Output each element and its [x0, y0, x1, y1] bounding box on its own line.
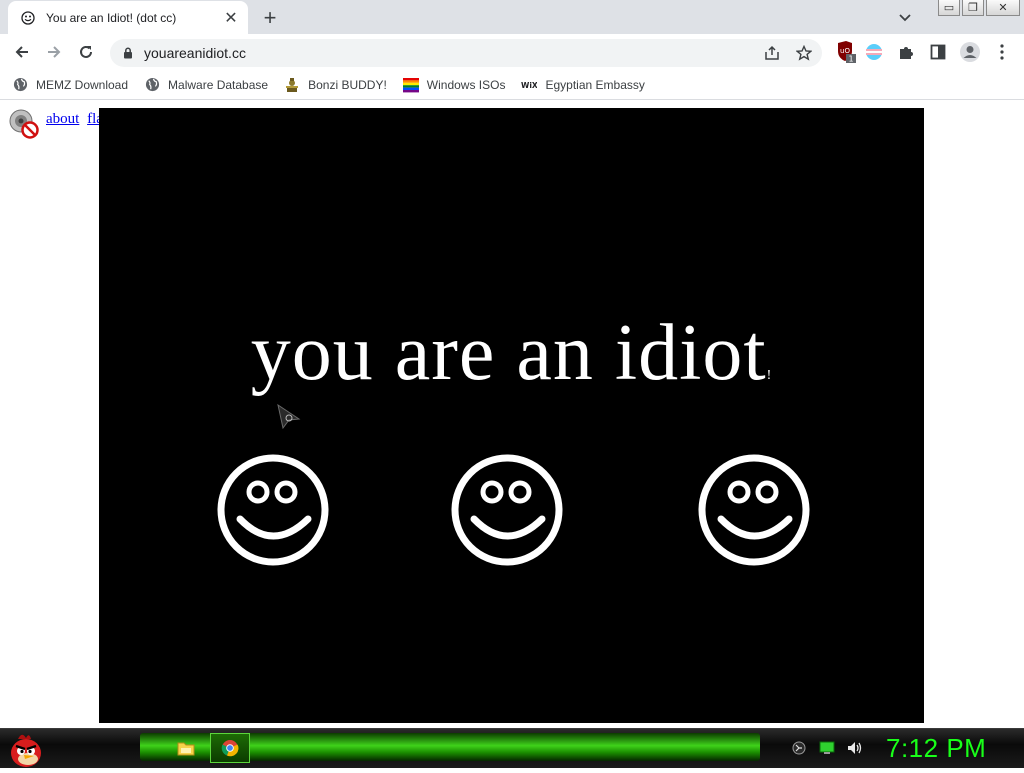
arrow-right-icon — [48, 46, 61, 58]
arrow-left-icon — [15, 46, 28, 58]
volume-icon[interactable] — [846, 739, 864, 757]
muted-speaker-icon[interactable] — [8, 108, 40, 140]
headline: you are an idiot! — [99, 308, 924, 399]
chrome-icon — [221, 740, 239, 757]
bonzi-icon — [284, 77, 300, 93]
bookmark-bonzi-buddy[interactable]: Bonzi BUDDY! — [284, 77, 387, 93]
headline-text: you are an idiot — [250, 309, 767, 397]
flash-content[interactable]: you are an idiot! — [99, 108, 924, 723]
lock-icon[interactable] — [120, 45, 136, 61]
tab-youareanidiot[interactable]: You are an Idiot! (dot cc) ✕ — [8, 1, 248, 34]
tab-search-icon[interactable] — [894, 8, 916, 28]
bookmark-label: Malware Database — [168, 77, 269, 92]
address-bar[interactable]: youareanidiot.cc — [110, 39, 822, 67]
globe-icon — [12, 77, 28, 93]
tab-strip: You are an Idiot! (dot cc) ✕ + ▭ ❐ ✕ — [0, 0, 1024, 34]
file-explorer-button[interactable] — [166, 733, 206, 763]
restore-button[interactable]: ❐ — [962, 0, 984, 16]
omnibox-actions — [762, 43, 814, 63]
network-icon[interactable] — [818, 739, 836, 757]
smiley-face-icon — [451, 454, 563, 566]
profile-avatar-icon[interactable] — [958, 40, 982, 64]
close-window-button[interactable]: ✕ — [986, 0, 1020, 16]
back-button[interactable] — [8, 38, 36, 66]
tab-title: You are an Idiot! (dot cc) — [46, 10, 177, 25]
minimize-button[interactable]: ▭ — [938, 0, 960, 16]
bookmark-label: Bonzi BUDDY! — [308, 77, 387, 92]
web-page: about flash you are an idiot! — [0, 101, 1024, 728]
share-icon[interactable] — [762, 43, 782, 63]
pride-extension-icon[interactable] — [862, 40, 886, 64]
chrome-taskbar-button[interactable] — [210, 733, 250, 763]
bookmark-star-icon[interactable] — [794, 43, 814, 63]
bookmark-malware-database[interactable]: Malware Database — [144, 77, 268, 93]
taskbar-clock[interactable]: 7:12 PM — [886, 733, 986, 764]
angry-bird-icon — [11, 734, 41, 767]
bookmark-label: Egyptian Embassy — [545, 77, 645, 92]
side-panel-icon[interactable] — [926, 40, 950, 64]
smiley-face-icon — [698, 454, 810, 566]
menu-kebab-icon[interactable] — [990, 40, 1014, 64]
reload-button[interactable] — [72, 38, 100, 66]
start-button[interactable] — [6, 729, 50, 769]
taskbar: 7:12 PM — [0, 728, 1024, 768]
reload-icon — [80, 45, 92, 58]
bookmark-egyptian-embassy[interactable]: WiX Egyptian Embassy — [521, 77, 644, 93]
window-controls: ▭ ❐ ✕ — [938, 0, 1020, 16]
forward-button[interactable] — [40, 38, 68, 66]
bookmark-windows-isos[interactable]: Windows ISOs — [402, 77, 506, 93]
url-text: youareanidiot.cc — [144, 45, 246, 61]
windows-icon — [402, 77, 419, 93]
ublock-badge: 1 — [848, 55, 853, 64]
system-tray — [790, 739, 864, 757]
input-method-icon[interactable] — [790, 739, 808, 757]
bookmark-memz-download[interactable]: MEMZ Download — [12, 77, 128, 93]
folder-icon — [177, 742, 195, 756]
bookmark-label: Windows ISOs — [426, 77, 506, 92]
about-link[interactable]: about — [46, 111, 79, 127]
svg-text:WiX: WiX — [521, 81, 537, 90]
extensions-puzzle-icon[interactable] — [894, 40, 918, 64]
bookmark-label: MEMZ Download — [36, 77, 129, 92]
tab-close-icon[interactable]: ✕ — [222, 8, 240, 27]
new-tab-button[interactable]: + — [258, 5, 282, 30]
globe-icon — [144, 77, 160, 93]
wix-icon: WiX — [521, 77, 537, 93]
smiley-face-icon — [217, 454, 329, 566]
headline-suffix: ! — [766, 368, 773, 383]
bookmarks-bar: MEMZ Download Malware Database Bonzi BUD… — [0, 70, 1024, 100]
smiley-favicon-icon — [20, 10, 36, 26]
mouse-cursor-icon — [277, 403, 301, 430]
ublock-extension-icon[interactable]: uO 1 — [834, 40, 858, 64]
